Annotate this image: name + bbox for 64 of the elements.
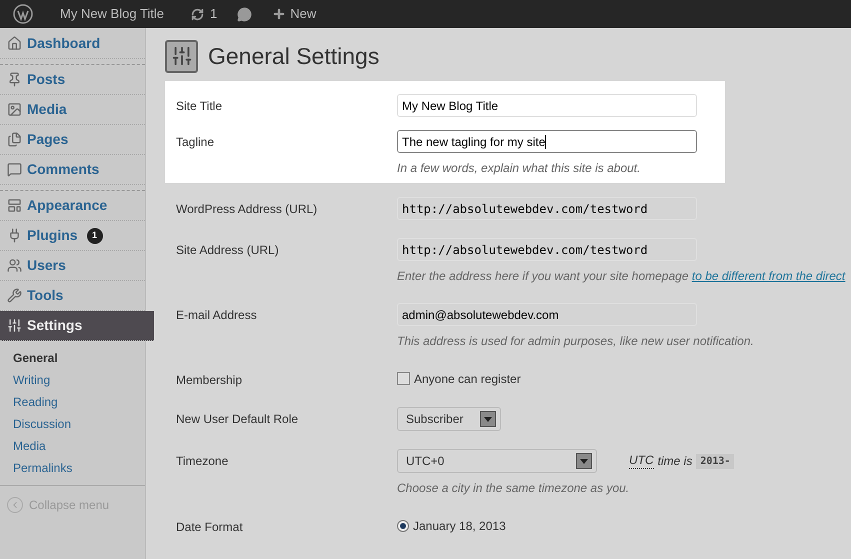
wrench-icon bbox=[7, 288, 22, 303]
pin-icon bbox=[7, 72, 22, 87]
sidebar-item[interactable]: Media bbox=[0, 95, 145, 125]
sidebar-item[interactable]: Dashboard bbox=[0, 29, 145, 59]
sidebar-item[interactable]: Appearance bbox=[0, 191, 145, 221]
field-label: Site Address (URL) bbox=[176, 242, 280, 259]
checkbox[interactable] bbox=[397, 372, 410, 385]
text-field[interactable]: The new tagling for my site bbox=[397, 130, 697, 153]
updates-icon[interactable] bbox=[191, 8, 204, 20]
field-label: Site Title bbox=[176, 98, 224, 115]
field-description: Enter the address here if you want your site homepage to be different from the direct bbox=[397, 268, 846, 285]
sidebar-item[interactable]: Plugins 1 bbox=[0, 221, 145, 251]
settings-icon bbox=[7, 318, 22, 333]
checkbox-label: Anyone can register bbox=[414, 370, 521, 388]
sidebar-item[interactable]: Settings bbox=[0, 311, 154, 341]
new-link[interactable]: New bbox=[290, 4, 316, 24]
submenu-item[interactable]: Permalinks bbox=[0, 457, 145, 479]
collapse-icon bbox=[7, 497, 23, 513]
plug-icon bbox=[7, 228, 22, 243]
comments-icon[interactable] bbox=[237, 6, 252, 22]
field-description: In a few words, explain what this site is about. bbox=[397, 160, 642, 177]
text-field[interactable]: admin@absolutewebdev.com bbox=[397, 303, 697, 326]
plus-icon[interactable] bbox=[272, 7, 286, 21]
field-label: New User Default Role bbox=[176, 411, 300, 428]
field-label: E-mail Address bbox=[176, 307, 258, 324]
radio-button[interactable] bbox=[397, 520, 409, 532]
home-icon bbox=[7, 36, 22, 51]
wordpress-logo-icon[interactable] bbox=[13, 4, 33, 24]
text-field[interactable]: http://absolutewebdev.com/testword bbox=[397, 238, 697, 261]
count-badge: 1 bbox=[86, 228, 103, 244]
image-icon bbox=[7, 102, 22, 117]
field-label: Date Format bbox=[176, 519, 244, 536]
page-title: General Settings bbox=[208, 42, 380, 71]
field-label: Membership bbox=[176, 372, 244, 389]
field-label: Tagline bbox=[176, 134, 216, 151]
comment-icon bbox=[7, 162, 22, 177]
field-description: Choose a city in the same timezone as you. bbox=[397, 480, 630, 497]
radio-label: January 18, 2013 bbox=[413, 518, 506, 534]
text-field[interactable]: http://absolutewebdev.com/testword bbox=[397, 197, 697, 220]
sidebar-item[interactable]: Posts bbox=[0, 65, 145, 95]
layout-icon bbox=[7, 198, 22, 213]
submenu-item[interactable]: Writing bbox=[0, 369, 145, 391]
submenu-item[interactable]: Media bbox=[0, 435, 145, 457]
utc-abbreviation: UTC bbox=[629, 453, 654, 469]
time-label: time is bbox=[658, 453, 692, 470]
users-icon bbox=[7, 258, 22, 273]
submenu-item[interactable]: Reading bbox=[0, 391, 145, 413]
site-title-link[interactable]: My New Blog Title bbox=[60, 4, 164, 24]
utc-time: 2013- bbox=[696, 454, 734, 468]
sidebar-item[interactable]: Pages bbox=[0, 125, 145, 155]
field-description: This address is used for admin purposes, like new user notification. bbox=[397, 333, 754, 350]
description-link[interactable]: to be different from the direct bbox=[692, 269, 846, 283]
settings-page-icon bbox=[165, 40, 198, 72]
text-field[interactable]: My New Blog Title bbox=[397, 94, 697, 117]
field-label: Timezone bbox=[176, 453, 230, 470]
field-label: WordPress Address (URL) bbox=[176, 201, 318, 218]
sidebar-item[interactable]: Comments bbox=[0, 155, 145, 185]
sidebar-item[interactable]: Users bbox=[0, 251, 145, 281]
submenu-item[interactable]: General bbox=[0, 347, 145, 369]
updates-count: 1 bbox=[210, 5, 218, 24]
pages-icon bbox=[7, 132, 22, 147]
submenu-item[interactable]: Discussion bbox=[0, 413, 145, 435]
role-dropdown[interactable]: Subscriber bbox=[397, 407, 501, 431]
timezone-dropdown[interactable]: UTC+0 bbox=[397, 449, 597, 473]
